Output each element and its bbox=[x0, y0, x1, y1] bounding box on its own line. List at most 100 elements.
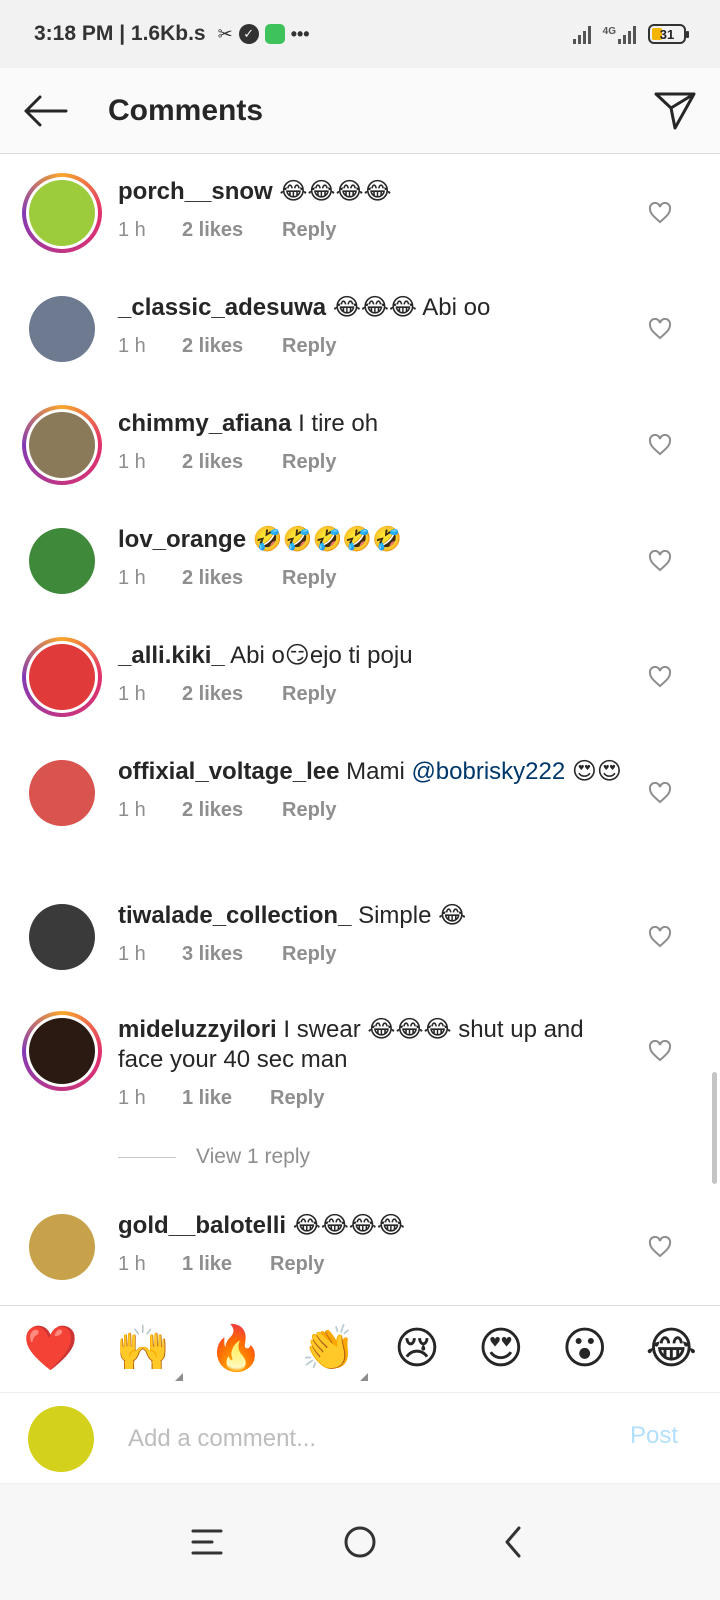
like-comment-button[interactable] bbox=[640, 541, 680, 581]
comment-text: tiwalade_collection_ Simple 😂 bbox=[118, 901, 623, 931]
avatar[interactable] bbox=[22, 1011, 102, 1091]
comment-username[interactable]: offixial_voltage_lee bbox=[118, 758, 339, 785]
my-avatar-image bbox=[28, 1406, 94, 1472]
verified-check-icon: ✓ bbox=[238, 24, 259, 44]
nav-back-button[interactable] bbox=[483, 1512, 543, 1572]
comment-body: lov_orange 🤣🤣🤣🤣🤣 1 h 2 likes Reply bbox=[118, 525, 623, 590]
comment-likes[interactable]: 2 likes bbox=[182, 451, 282, 474]
direct-message-button[interactable] bbox=[630, 68, 720, 154]
comment-username[interactable]: _classic_adesuwa bbox=[118, 294, 326, 321]
comment-likes[interactable]: 2 likes bbox=[182, 567, 282, 590]
like-comment-button[interactable] bbox=[640, 309, 680, 349]
comment-username[interactable]: tiwalade_collection_ bbox=[118, 902, 351, 929]
comment-username[interactable]: lov_orange bbox=[118, 526, 246, 553]
emoji-surprised-button[interactable]: 😮 bbox=[562, 1327, 608, 1371]
mention-link[interactable]: @bobrisky222 bbox=[411, 758, 565, 785]
comment-time: 1 h bbox=[118, 335, 146, 357]
header-bar: Comments bbox=[0, 68, 720, 154]
like-comment-button[interactable] bbox=[640, 1227, 680, 1267]
comment-text: gold__balotelli 😂😂😂😂 bbox=[118, 1211, 623, 1241]
emoji-clap-button[interactable]: 👏 bbox=[301, 1327, 369, 1381]
avatar[interactable] bbox=[22, 289, 102, 369]
emoji-crying-button[interactable]: 😢 bbox=[394, 1327, 440, 1371]
comment-username[interactable]: mideluzzyilori bbox=[118, 1016, 277, 1043]
emoji-raised-hands-button[interactable]: 🙌 bbox=[116, 1327, 183, 1381]
heart-outline-icon bbox=[648, 550, 672, 572]
battery-level: 31 bbox=[659, 26, 675, 42]
comment-meta: 1 h 2 likes Reply bbox=[118, 567, 623, 590]
comment-likes[interactable]: 1 like bbox=[182, 1253, 270, 1276]
comment-input[interactable] bbox=[128, 1416, 588, 1462]
emoji-fire-button[interactable]: 🔥 bbox=[209, 1327, 264, 1371]
reply-button[interactable]: Reply bbox=[282, 683, 336, 706]
avatar[interactable] bbox=[22, 1207, 102, 1287]
post-button[interactable]: Post bbox=[630, 1422, 678, 1450]
emoji-raised-hands-glyph: 🙌 bbox=[115, 1323, 171, 1374]
reply-button[interactable]: Reply bbox=[282, 219, 336, 242]
like-comment-button[interactable] bbox=[640, 657, 680, 697]
status-notification-icons: ✂ ✓ ••• bbox=[218, 24, 310, 44]
comment-meta: 1 h 1 like Reply bbox=[118, 1087, 623, 1110]
comment-likes[interactable]: 2 likes bbox=[182, 219, 282, 242]
app-notification-icon bbox=[264, 24, 285, 44]
avatar[interactable] bbox=[22, 521, 102, 601]
avatar[interactable] bbox=[22, 637, 102, 717]
reply-button[interactable]: Reply bbox=[282, 799, 336, 822]
comment-username[interactable]: _alli.kiki_ bbox=[118, 642, 225, 669]
comment-meta: 1 h 2 likes Reply bbox=[118, 683, 623, 706]
status-bar: 3:18 PM | 1.6Kb.s ✂ ✓ ••• 4G 31 bbox=[0, 0, 720, 68]
comment-likes[interactable]: 1 like bbox=[182, 1087, 270, 1110]
emoji-heart-button[interactable]: ❤️ bbox=[23, 1327, 78, 1371]
my-avatar bbox=[28, 1406, 94, 1472]
avatar[interactable] bbox=[22, 897, 102, 977]
comment-username[interactable]: chimmy_afiana bbox=[118, 410, 291, 437]
back-button[interactable] bbox=[0, 68, 90, 154]
like-comment-button[interactable] bbox=[640, 917, 680, 957]
reply-button[interactable]: Reply bbox=[282, 943, 336, 966]
emoji-heart-eyes-button[interactable]: 😍 bbox=[478, 1327, 524, 1371]
comment-username[interactable]: gold__balotelli bbox=[118, 1212, 286, 1239]
comments-list[interactable]: porch__snow 😂😂😂😂 1 h 2 likes Reply _clas… bbox=[0, 155, 720, 1305]
comment-likes[interactable]: 2 likes bbox=[182, 335, 282, 358]
reply-button[interactable]: Reply bbox=[282, 567, 336, 590]
reply-button[interactable]: Reply bbox=[282, 451, 336, 474]
comment-meta: 1 h 2 likes Reply bbox=[118, 799, 623, 822]
like-comment-button[interactable] bbox=[640, 193, 680, 233]
scrollbar[interactable] bbox=[712, 1072, 717, 1184]
heart-outline-icon bbox=[648, 782, 672, 804]
status-time: 3:18 PM | 1.6Kb.s bbox=[34, 22, 206, 45]
comment-time: 1 h bbox=[118, 219, 146, 241]
scissors-icon: ✂ bbox=[217, 24, 233, 44]
network-type-label: 4G bbox=[602, 26, 616, 37]
heart-outline-icon bbox=[648, 1040, 672, 1062]
comment-likes[interactable]: 3 likes bbox=[182, 943, 282, 966]
view-replies-button[interactable]: View 1 reply bbox=[118, 1145, 310, 1169]
comment-likes[interactable]: 2 likes bbox=[182, 799, 282, 822]
avatar-image bbox=[29, 644, 95, 710]
skin-tone-indicator-icon bbox=[360, 1373, 369, 1381]
comment-likes[interactable]: 2 likes bbox=[182, 683, 282, 706]
comment-username[interactable]: porch__snow bbox=[118, 178, 273, 205]
like-comment-button[interactable] bbox=[640, 773, 680, 813]
avatar[interactable] bbox=[22, 753, 102, 833]
emoji-laughing-button[interactable]: 😂 bbox=[646, 1327, 697, 1371]
like-comment-button[interactable] bbox=[640, 1031, 680, 1071]
avatar[interactable] bbox=[22, 173, 102, 253]
comment-time: 1 h bbox=[118, 567, 146, 589]
nav-home-button[interactable] bbox=[330, 1512, 390, 1572]
heart-outline-icon bbox=[648, 666, 672, 688]
paper-plane-icon bbox=[654, 92, 696, 129]
comment-meta: 1 h 1 like Reply bbox=[118, 1253, 623, 1276]
nav-menu-button[interactable] bbox=[177, 1512, 237, 1572]
reply-button[interactable]: Reply bbox=[270, 1253, 324, 1276]
reply-button[interactable]: Reply bbox=[282, 335, 336, 358]
emoji-quick-bar: ❤️ 🙌 🔥 👏 😢 😍 😮 😂 bbox=[0, 1305, 720, 1393]
comment-body: porch__snow 😂😂😂😂 1 h 2 likes Reply bbox=[118, 177, 623, 242]
like-comment-button[interactable] bbox=[640, 425, 680, 465]
battery-icon: 31 bbox=[648, 24, 689, 44]
status-right: 4G 31 bbox=[572, 24, 689, 44]
comment-time: 1 h bbox=[118, 1253, 146, 1275]
avatar-image bbox=[29, 412, 95, 478]
reply-button[interactable]: Reply bbox=[270, 1087, 324, 1110]
avatar[interactable] bbox=[22, 405, 102, 485]
